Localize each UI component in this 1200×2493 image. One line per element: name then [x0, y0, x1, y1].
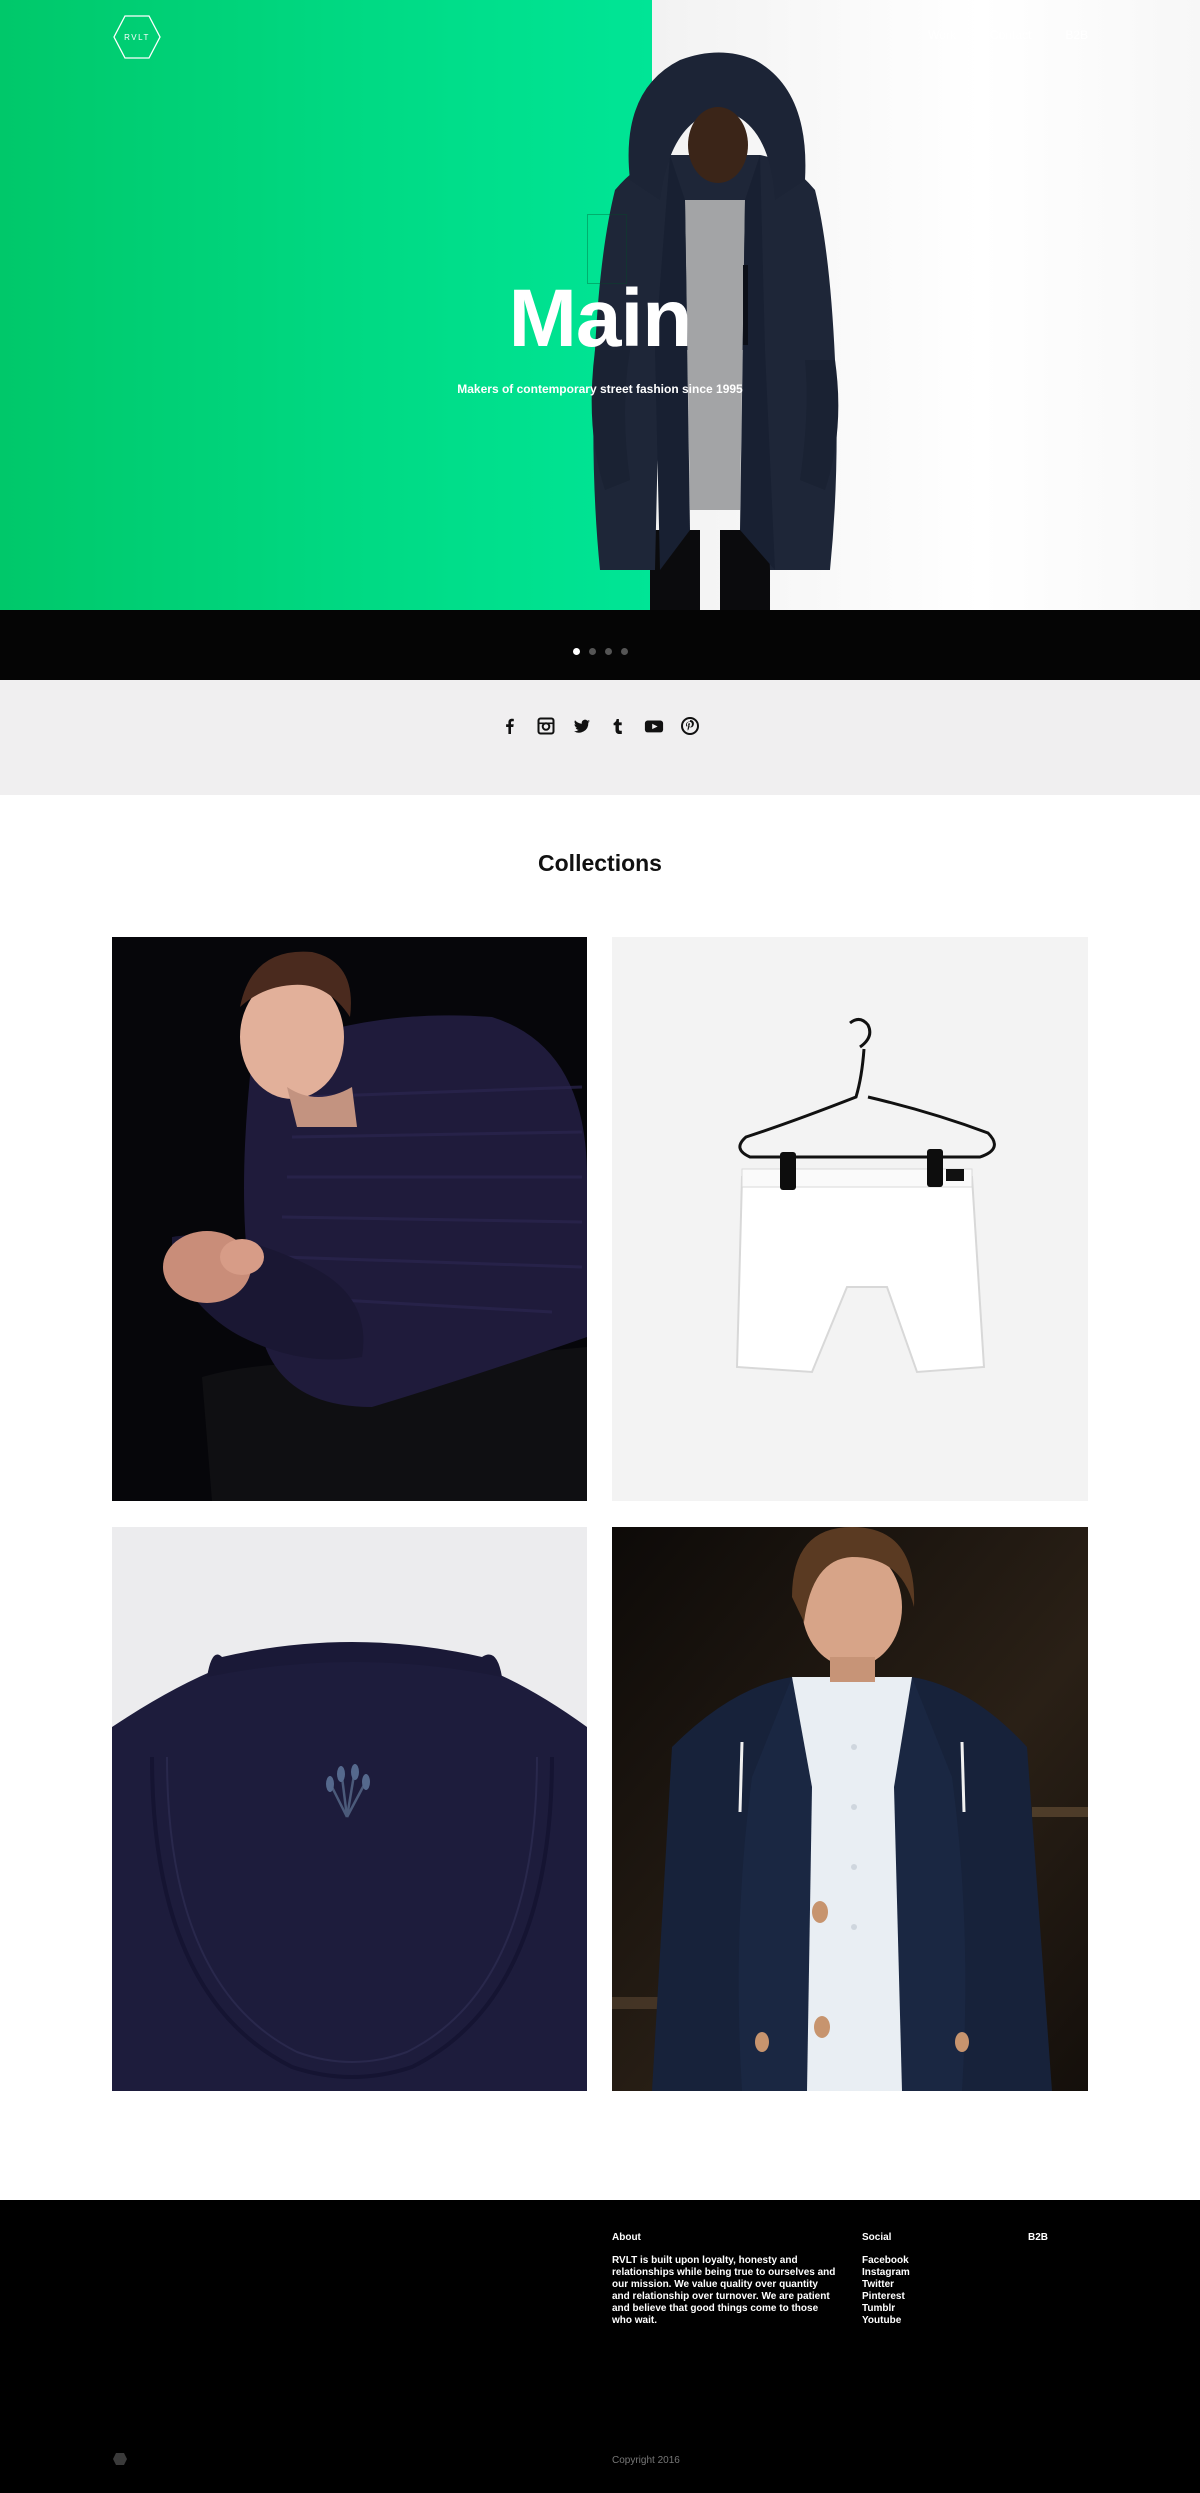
- collection-tile-boxer-shorts[interactable]: [612, 937, 1088, 1501]
- facebook-icon[interactable]: [500, 716, 520, 736]
- pinterest-icon[interactable]: [680, 716, 700, 736]
- nav-item-work[interactable]: Work: [928, 28, 956, 42]
- footer-about: About RVLT is built upon loyalty, honest…: [612, 2232, 837, 2327]
- knit-sweater-image: [112, 937, 587, 1501]
- footer-link-youtube[interactable]: Youtube: [862, 2315, 910, 2327]
- footer-b2b: B2B: [1028, 2232, 1048, 2255]
- slider-dots: [0, 648, 1200, 655]
- footer-social: Social Facebook Instagram Twitter Pinter…: [862, 2232, 910, 2327]
- top-nav: Work Contact B2B: [928, 28, 1088, 42]
- collection-tile-sweater-back[interactable]: [112, 1527, 587, 2091]
- collection-tile-knit-sweater[interactable]: [112, 937, 587, 1501]
- nav-item-b2b[interactable]: B2B: [1065, 28, 1088, 42]
- social-icon-row: [0, 716, 1200, 736]
- footer-about-heading: About: [612, 2232, 641, 2243]
- site-footer: [0, 2200, 1200, 2493]
- hero-subtitle: Makers of contemporary street fashion si…: [457, 382, 743, 396]
- slider-dot-2[interactable]: [588, 648, 596, 655]
- slider-dot-1[interactable]: [572, 648, 580, 655]
- nav-item-contact[interactable]: Contact: [990, 28, 1031, 42]
- footer-link-instagram[interactable]: Instagram: [862, 2267, 910, 2279]
- footer-hexagon-logo-icon[interactable]: [112, 2452, 128, 2466]
- collections-title: Collections: [538, 850, 662, 876]
- social-strip: [0, 680, 1200, 795]
- boxer-shorts-image: [612, 937, 1088, 1501]
- footer-link-twitter[interactable]: Twitter: [862, 2279, 910, 2291]
- youtube-icon[interactable]: [644, 716, 664, 736]
- collection-tile-navy-jacket[interactable]: [612, 1527, 1088, 2091]
- footer-about-text: RVLT is built upon loyalty, honesty and …: [612, 2255, 836, 2326]
- footer-social-links: Facebook Instagram Twitter Pinterest Tum…: [862, 2255, 910, 2327]
- copyright-text: Copyright 2016: [612, 2455, 680, 2466]
- footer-b2b-heading[interactable]: B2B: [1028, 2232, 1048, 2243]
- slider-dot-3[interactable]: [604, 648, 612, 655]
- footer-social-heading: Social: [862, 2232, 892, 2243]
- tumblr-icon[interactable]: [608, 716, 628, 736]
- slider-bar: [0, 610, 1200, 680]
- navy-jacket-image: [612, 1527, 1088, 2091]
- instagram-icon[interactable]: [536, 716, 556, 736]
- logo-text: RVLT: [124, 32, 150, 42]
- hero-section: RVLT Work Contact B2B Main Makers of con…: [0, 0, 1200, 610]
- slider-dot-4[interactable]: [620, 648, 628, 655]
- hero-title: Main: [508, 273, 693, 364]
- footer-link-pinterest[interactable]: Pinterest: [862, 2291, 910, 2303]
- brand-logo[interactable]: RVLT: [112, 14, 162, 60]
- sweater-back-image: [112, 1527, 587, 2091]
- footer-link-tumblr[interactable]: Tumblr: [862, 2303, 910, 2315]
- footer-link-facebook[interactable]: Facebook: [862, 2255, 910, 2267]
- twitter-icon[interactable]: [572, 716, 592, 736]
